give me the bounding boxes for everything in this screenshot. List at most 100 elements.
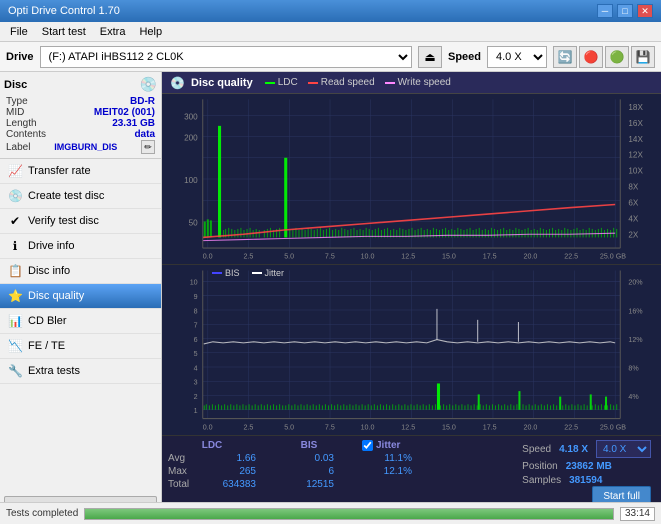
jitter-max-val: 12.1% bbox=[362, 466, 412, 477]
svg-text:3: 3 bbox=[194, 377, 198, 386]
disc-quality-header: 💿 Disc quality LDC Read speed Write spee… bbox=[162, 72, 661, 94]
disc-section-header: Disc 💿 bbox=[4, 76, 157, 93]
charts-area: 300 200 100 50 18X 16X 14X 12X 10X 8X 6X… bbox=[162, 94, 661, 436]
ldc-header: LDC bbox=[168, 440, 256, 451]
sidebar-item-transfer-rate[interactable]: 📈 Transfer rate bbox=[0, 159, 161, 184]
sidebar-item-disc-quality[interactable]: ⭐ Disc quality bbox=[0, 284, 161, 309]
ldc-avg-row: Avg 1.66 bbox=[168, 453, 256, 464]
jitter-max-row: 12.1% bbox=[362, 466, 412, 477]
sidebar-item-cd-bler-label: CD Bler bbox=[28, 315, 67, 327]
sidebar-item-extra-tests[interactable]: 🔧 Extra tests bbox=[0, 359, 161, 384]
svg-text:2: 2 bbox=[194, 392, 198, 401]
close-button[interactable]: ✕ bbox=[637, 4, 653, 18]
svg-text:12%: 12% bbox=[628, 335, 643, 344]
time-display: 33:14 bbox=[620, 507, 655, 521]
disc-row-type: Type BD-R bbox=[4, 96, 157, 107]
svg-text:5.0: 5.0 bbox=[284, 422, 294, 431]
jitter-avg-row: 11.1% bbox=[362, 453, 412, 464]
position-key: Position bbox=[522, 461, 558, 472]
disc-info-section: Disc 💿 Type BD-R MID MEIT02 (001) Length… bbox=[0, 72, 161, 159]
svg-text:20%: 20% bbox=[628, 277, 643, 286]
jitter-header: Jitter bbox=[362, 440, 412, 451]
sidebar: Disc 💿 Type BD-R MID MEIT02 (001) Length… bbox=[0, 72, 162, 524]
minimize-button[interactable]: ─ bbox=[597, 4, 613, 18]
svg-text:15.0: 15.0 bbox=[442, 252, 456, 261]
drive-select[interactable]: (F:) ATAPI iHBS112 2 CL0K bbox=[40, 46, 412, 68]
refresh-button[interactable]: 🔄 bbox=[553, 46, 577, 68]
jitter-checkbox[interactable] bbox=[362, 440, 373, 451]
svg-text:300: 300 bbox=[184, 111, 198, 121]
svg-text:6X: 6X bbox=[628, 197, 638, 207]
disc-section-title: Disc bbox=[4, 79, 27, 91]
chart2-svg: 10 9 8 7 6 5 4 3 2 1 20% 16% 12% 8% 4% bbox=[162, 265, 661, 435]
status-text: Tests completed bbox=[6, 508, 78, 519]
svg-text:10.0: 10.0 bbox=[361, 422, 375, 431]
scan-button[interactable]: 🟢 bbox=[605, 46, 629, 68]
save-button[interactable]: 💾 bbox=[631, 46, 655, 68]
jitter-header-label: Jitter bbox=[376, 440, 400, 451]
sidebar-item-create-test[interactable]: 💿 Create test disc bbox=[0, 184, 161, 209]
svg-text:22.5: 22.5 bbox=[564, 422, 578, 431]
write-speed-color-dot bbox=[385, 82, 395, 84]
svg-text:12.5: 12.5 bbox=[401, 252, 415, 261]
sidebar-item-cd-bler[interactable]: 📊 CD Bler bbox=[0, 309, 161, 334]
chart1-svg: 300 200 100 50 18X 16X 14X 12X 10X 8X 6X… bbox=[162, 94, 661, 264]
menu-help[interactable]: Help bbox=[133, 25, 168, 39]
svg-text:10: 10 bbox=[190, 277, 198, 286]
chart2-container: BIS Jitter bbox=[162, 265, 661, 436]
speed-row: Speed 4.18 X 4.0 X bbox=[522, 440, 651, 458]
ldc-total-val: 634383 bbox=[206, 479, 256, 490]
jitter-avg-val: 11.1% bbox=[362, 453, 412, 464]
legend-read-speed: Read speed bbox=[308, 77, 375, 88]
samples-val: 381594 bbox=[569, 475, 602, 486]
speed-select[interactable]: 4.0 X bbox=[487, 46, 547, 68]
svg-text:200: 200 bbox=[184, 133, 198, 143]
transfer-rate-icon: 📈 bbox=[8, 164, 22, 178]
svg-text:4X: 4X bbox=[628, 213, 638, 223]
speed-val: 4.18 X bbox=[559, 444, 588, 455]
sidebar-item-fe-te[interactable]: 📉 FE / TE bbox=[0, 334, 161, 359]
sidebar-item-drive-info[interactable]: ℹ Drive info bbox=[0, 234, 161, 259]
svg-text:12.5: 12.5 bbox=[401, 422, 415, 431]
ldc-avg-val: 1.66 bbox=[206, 453, 256, 464]
sidebar-item-verify-test[interactable]: ✔ Verify test disc bbox=[0, 209, 161, 234]
menu-extra[interactable]: Extra bbox=[94, 25, 132, 39]
disc-info-icon: 📋 bbox=[8, 264, 22, 278]
disc-row-label: Label IMGBURN_DIS ✏ bbox=[4, 140, 157, 154]
svg-text:50: 50 bbox=[189, 218, 198, 228]
bis-avg-row: 0.03 bbox=[284, 453, 334, 464]
position-row: Position 23862 MB bbox=[522, 461, 651, 472]
ldc-avg-label: Avg bbox=[168, 453, 202, 464]
disc-quality-title: Disc quality bbox=[191, 77, 253, 89]
title-bar: Opti Drive Control 1.70 ─ □ ✕ bbox=[0, 0, 661, 22]
samples-key: Samples bbox=[522, 475, 561, 486]
svg-text:17.5: 17.5 bbox=[483, 422, 497, 431]
svg-text:4%: 4% bbox=[628, 392, 639, 401]
options-button[interactable]: 🔴 bbox=[579, 46, 603, 68]
svg-text:7.5: 7.5 bbox=[325, 422, 335, 431]
speed-select-stats[interactable]: 4.0 X bbox=[596, 440, 651, 458]
sidebar-item-verify-test-label: Verify test disc bbox=[28, 215, 99, 227]
legend-bis-label: BIS bbox=[225, 268, 240, 278]
svg-text:25.0 GB: 25.0 GB bbox=[600, 252, 626, 261]
bis-max-row: 6 bbox=[284, 466, 334, 477]
svg-text:22.5: 22.5 bbox=[564, 252, 578, 261]
sidebar-item-create-test-label: Create test disc bbox=[28, 190, 104, 202]
disc-icon: 💿 bbox=[140, 76, 157, 93]
eject-button[interactable]: ⏏ bbox=[418, 46, 442, 68]
bis-header: BIS bbox=[284, 440, 334, 451]
edit-label-button[interactable]: ✏ bbox=[141, 140, 155, 154]
maximize-button[interactable]: □ bbox=[617, 4, 633, 18]
drive-toolbar: Drive (F:) ATAPI iHBS112 2 CL0K ⏏ Speed … bbox=[0, 42, 661, 72]
sidebar-item-disc-info[interactable]: 📋 Disc info bbox=[0, 259, 161, 284]
speed-key: Speed bbox=[522, 444, 551, 455]
svg-text:17.5: 17.5 bbox=[483, 252, 497, 261]
bis-avg-val: 0.03 bbox=[284, 453, 334, 464]
read-speed-color-dot bbox=[308, 82, 318, 84]
svg-text:20.0: 20.0 bbox=[524, 422, 538, 431]
menu-start-test[interactable]: Start test bbox=[36, 25, 92, 39]
svg-text:9: 9 bbox=[194, 292, 198, 301]
menu-file[interactable]: File bbox=[4, 25, 34, 39]
ldc-color-dot bbox=[265, 82, 275, 84]
sidebar-item-drive-info-label: Drive info bbox=[28, 240, 74, 252]
